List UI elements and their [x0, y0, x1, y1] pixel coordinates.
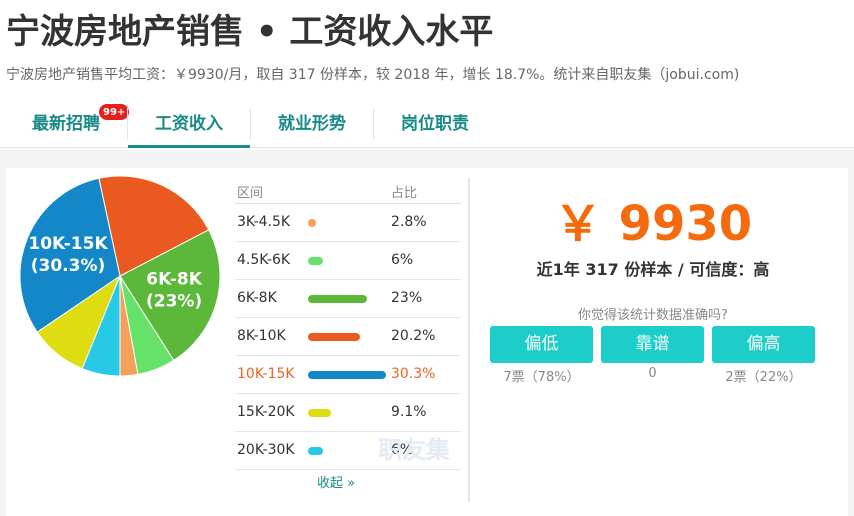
page-subtitle: 宁波房地产销售平均工资：￥9930/月，取自 317 份样本，较 2018 年，… — [6, 67, 740, 83]
table-row: 3K-4.5K 2.8% — [235, 204, 461, 242]
page-title: 宁波房地产销售 • 工资收入水平 — [6, 12, 494, 52]
col-header-pct: 占比 — [391, 186, 418, 201]
slice-label: (23%) — [146, 292, 202, 312]
table-header: 区间 占比 — [235, 176, 461, 204]
share-bar — [308, 219, 316, 227]
share-bar — [308, 409, 332, 417]
share-pct: 2.8% — [391, 214, 427, 230]
tab-label: 岗位职责 — [401, 114, 469, 134]
vote-high-count: 2票（22%） — [725, 370, 802, 385]
vote-low-count: 7票（78%） — [503, 370, 580, 385]
range-label: 3K-4.5K — [237, 214, 291, 230]
vertical-divider — [468, 178, 470, 502]
range-label: 15K-20K — [237, 404, 295, 420]
share-pct: 30.3% — [391, 366, 436, 382]
tab-salary[interactable]: 工资收入 — [128, 100, 250, 148]
slice-label: 10K-15K — [28, 234, 108, 254]
header-section: 宁波房地产销售 • 工资收入水平 宁波房地产销售平均工资：￥9930/月，取自 … — [0, 0, 854, 150]
share-pct: 20.2% — [391, 328, 436, 344]
tab-label: 就业形势 — [278, 114, 346, 134]
tab-duties[interactable]: 岗位职责 — [374, 100, 496, 148]
vote-high-button[interactable]: 偏高 — [712, 326, 815, 363]
table-row: 8K-10K 20.2% — [235, 318, 461, 356]
tab-bar: 最新招聘 99+ 工资收入 就业形势 岗位职责 — [0, 100, 854, 148]
share-pct: 23% — [391, 290, 423, 306]
table-row: 4.5K-6K 6% — [235, 242, 461, 280]
range-label: 10K-15K — [237, 366, 295, 382]
range-label: 8K-10K — [237, 328, 286, 344]
salary-distribution-table: 区间 占比 3K-4.5K 2.8% 4.5K-6K 6% 6K-8K 23% 8K-10K… — [235, 176, 461, 491]
vote-accurate-count: 0 — [648, 366, 657, 381]
share-bar — [308, 447, 324, 455]
table-row: 6K-8K 23% — [235, 280, 461, 318]
share-bar — [308, 295, 368, 303]
range-label: 6K-8K — [237, 290, 277, 306]
range-label: 4.5K-6K — [237, 252, 291, 268]
collapse-link[interactable]: 收起 » — [317, 472, 355, 491]
slice-label: (30.3%) — [31, 256, 106, 276]
watermark: 职友集 — [378, 436, 450, 464]
share-bar — [308, 333, 360, 341]
slice-label: 6K-8K — [146, 270, 202, 290]
salary-pie-chart: 10K-15K(30.3%) 6K-8K(23%) — [19, 175, 221, 377]
table-row: 10K-15K 30.3% — [235, 356, 461, 394]
share-pct: 6% — [391, 252, 414, 268]
table-row: 15K-20K 9.1% — [235, 394, 461, 432]
share-bar — [308, 257, 324, 265]
range-label: 20K-30K — [237, 442, 295, 458]
tab-label: 工资收入 — [155, 114, 223, 134]
salary-panel: 10K-15K (30.3%) 6K-8K (23%) 区间 占比 3K-4.5K 2.… — [6, 168, 848, 516]
tab-employment[interactable]: 就业形势 — [251, 100, 373, 148]
sample-info: 近1年 317 份样本 / 可信度：高 — [536, 260, 770, 279]
notification-badge: 99+ — [98, 103, 131, 121]
vote-accurate-button[interactable]: 靠谱 — [601, 326, 704, 363]
average-salary: ￥ 9930 — [553, 196, 753, 252]
share-pct: 9.1% — [391, 404, 427, 420]
col-header-range: 区间 — [237, 186, 264, 201]
tab-label: 最新招聘 — [32, 114, 100, 134]
vote-question: 你觉得该统计数据准确吗? — [578, 308, 728, 323]
vote-low-button[interactable]: 偏低 — [490, 326, 593, 363]
share-bar — [308, 371, 386, 379]
